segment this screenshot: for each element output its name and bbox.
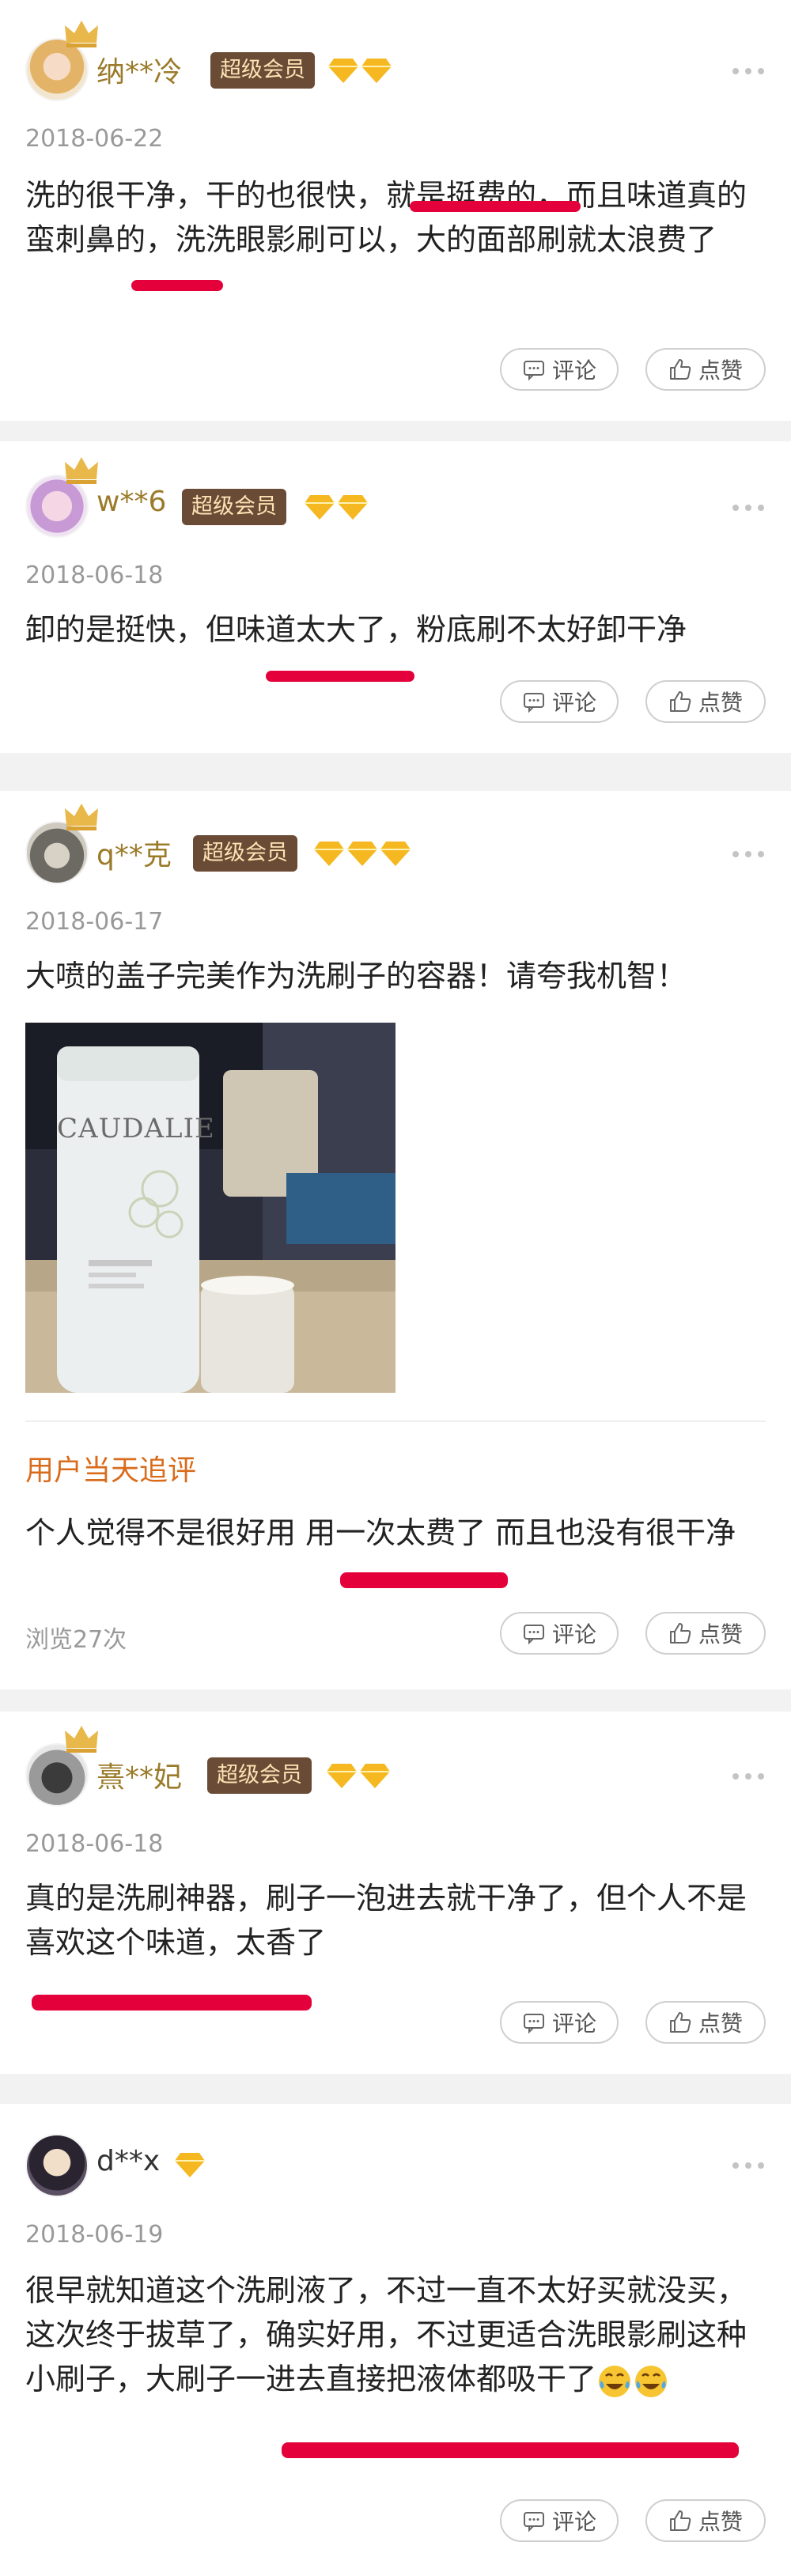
- comment-button[interactable]: 评论: [500, 680, 619, 723]
- vip-badge: 超级会员: [210, 52, 315, 89]
- review-date: 2018-06-18: [25, 562, 164, 589]
- review-photo[interactable]: CAUDALIE: [25, 1023, 396, 1393]
- thumbs-up-icon: [669, 1623, 691, 1644]
- like-label: 点赞: [698, 2010, 743, 2037]
- divider: [25, 1420, 766, 1422]
- view-count: 浏览27次: [25, 1626, 127, 1654]
- review-text: 真的是洗刷神器，刷子一泡进去就干净了，但个人不是喜欢这个味道，太香了: [25, 1881, 747, 1960]
- thumbs-up-icon: [669, 2012, 691, 2033]
- review-date: 2018-06-17: [25, 908, 164, 936]
- avatar[interactable]: [25, 2134, 89, 2197]
- username[interactable]: d**x: [97, 2145, 160, 2177]
- comment-icon: [523, 1625, 544, 1645]
- more-icon[interactable]: [732, 849, 764, 859]
- diamond-icon: [338, 495, 368, 520]
- more-icon[interactable]: [732, 66, 764, 76]
- review-date: 2018-06-18: [25, 1830, 164, 1858]
- annotation-mark: [282, 2442, 739, 2458]
- like-label: 点赞: [698, 1621, 743, 1647]
- crown-icon: [65, 1726, 98, 1753]
- username[interactable]: w**6: [97, 486, 166, 518]
- vip-badge: 超级会员: [193, 835, 297, 872]
- diamond-icon: [175, 2153, 205, 2177]
- comment-icon: [523, 693, 544, 713]
- review-date: 2018-06-19: [25, 2221, 164, 2249]
- comment-label: 评论: [551, 2509, 596, 2535]
- like-button[interactable]: 点赞: [645, 348, 766, 391]
- comment-icon: [523, 2014, 544, 2034]
- review-text: 卸的是挺快，但味道太大了，粉底刷不太好卸干净: [25, 612, 687, 647]
- more-icon[interactable]: [732, 1772, 764, 1781]
- comment-button[interactable]: 评论: [500, 348, 619, 391]
- review-card: 熹**妃 超级会员 2018-06-18 真的是洗刷神器，刷子一泡进去就干净了，…: [0, 1712, 791, 2074]
- diamond-icon: [327, 1764, 357, 1788]
- diamond-icon: [347, 842, 377, 866]
- annotation-mark: [410, 201, 581, 212]
- comment-button[interactable]: 评论: [500, 2001, 619, 2044]
- vip-level: [327, 57, 392, 84]
- thumbs-up-icon: [669, 691, 691, 712]
- photo-brand-text: CAUDALIE: [57, 1113, 215, 1144]
- more-icon[interactable]: [732, 2161, 764, 2170]
- comment-label: 评论: [551, 2010, 596, 2037]
- diamond-icon: [328, 59, 358, 83]
- review-text: 洗的很干净，干的也很快，就是挺费的，而且味道真的蛮刺鼻的，洗洗眼影刷可以，大的面…: [25, 178, 747, 257]
- like-label: 点赞: [698, 690, 743, 716]
- vip-badge: 超级会员: [207, 1757, 312, 1794]
- review-card: w**6 超级会员 2018-06-18 卸的是挺快，但味道太大了，粉底刷不太好…: [0, 441, 791, 753]
- review-text: 大喷的盖子完美作为洗刷子的容器！请夸我机智！: [25, 959, 687, 993]
- comment-label: 评论: [551, 1621, 596, 1647]
- followup-text: 个人觉得不是很好用 用一次太费了 而且也没有很干净: [25, 1515, 736, 1550]
- vip-level: [174, 2151, 206, 2178]
- crown-icon: [65, 804, 98, 830]
- thumbs-up-icon: [669, 2510, 691, 2531]
- thumbs-up-icon: [669, 359, 691, 380]
- diamond-icon: [314, 842, 344, 866]
- annotation-mark: [131, 280, 223, 291]
- username[interactable]: 熹**妃: [97, 1754, 182, 1795]
- product-photo-illustration: CAUDALIE: [25, 1023, 396, 1393]
- comment-label: 评论: [551, 690, 596, 716]
- like-button[interactable]: 点赞: [645, 2001, 766, 2044]
- crown-icon: [65, 457, 98, 484]
- review-card: q**克 超级会员 2018-06-17 大喷的盖子完美作为洗刷子的容器！请夸我…: [0, 791, 791, 1689]
- comment-icon: [523, 2512, 544, 2532]
- review-card: 纳**冷 超级会员 2018-06-22 洗的很干净，干的也很快，就是挺费的，而…: [0, 0, 791, 421]
- diamond-icon: [360, 1764, 390, 1788]
- crown-icon: [65, 21, 98, 47]
- comment-icon: [523, 361, 544, 381]
- followup-label: 用户当天追评: [25, 1454, 197, 1487]
- more-icon[interactable]: [732, 503, 764, 513]
- username[interactable]: 纳**冷: [97, 49, 182, 90]
- annotation-mark: [32, 1995, 312, 2010]
- vip-level: [313, 840, 411, 867]
- review-date: 2018-06-22: [25, 125, 164, 153]
- vip-badge: 超级会员: [182, 489, 286, 525]
- annotation-mark: [266, 671, 414, 682]
- username[interactable]: q**克: [97, 832, 172, 873]
- annotation-mark: [340, 1572, 508, 1588]
- laugh-cry-emoji: [635, 2365, 668, 2397]
- diamond-icon: [361, 59, 392, 83]
- like-label: 点赞: [698, 357, 743, 384]
- comment-button[interactable]: 评论: [500, 1612, 619, 1655]
- like-button[interactable]: 点赞: [645, 2499, 766, 2542]
- comment-label: 评论: [551, 357, 596, 384]
- diamond-icon: [305, 495, 335, 520]
- review-text: 很早就知道这个洗刷液了，不过一直不太好买就没买，这次终于拔草了，确实好用，不过更…: [25, 2268, 769, 2401]
- vip-level: [326, 1762, 391, 1789]
- like-button[interactable]: 点赞: [645, 680, 766, 723]
- like-button[interactable]: 点赞: [645, 1612, 766, 1655]
- review-card: d**x 2018-06-19 很早就知道这个洗刷液了，不过一直不太好买就没买，…: [0, 2104, 791, 2576]
- laugh-cry-emoji: [599, 2365, 631, 2397]
- vip-level: [304, 494, 369, 520]
- like-label: 点赞: [698, 2509, 743, 2535]
- diamond-icon: [380, 842, 411, 866]
- comment-button[interactable]: 评论: [500, 2499, 619, 2542]
